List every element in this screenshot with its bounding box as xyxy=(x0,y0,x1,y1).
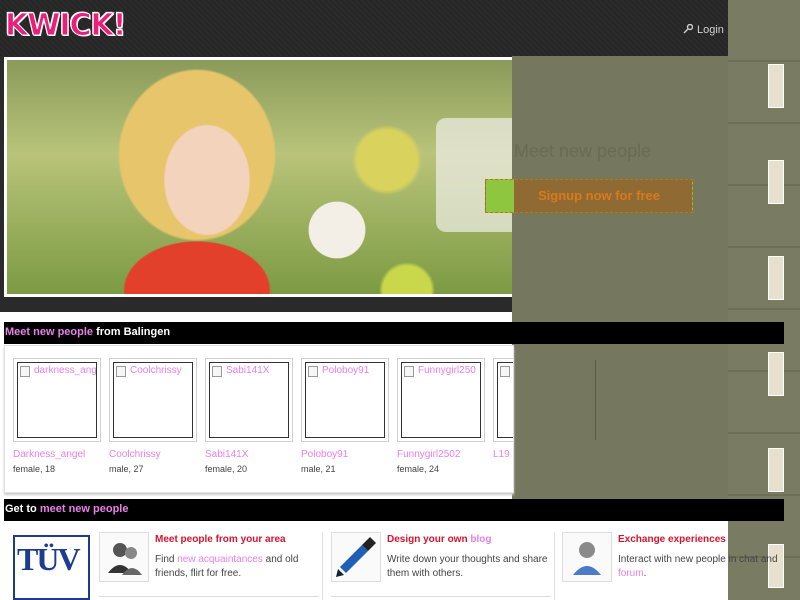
blog-link[interactable]: blog xyxy=(470,534,491,545)
photo-alt-text: Coolchrissy xyxy=(130,365,182,376)
signup-button[interactable]: Signup now for free xyxy=(485,179,693,213)
person-card[interactable]: Sabi141X Sabi141X female, 20 xyxy=(205,358,295,474)
broken-image-icon xyxy=(500,366,510,377)
feature-separator xyxy=(322,532,323,600)
person-photo[interactable]: Funnygirl250 xyxy=(397,358,485,442)
person-card[interactable]: Funnygirl250 Funnygirl2502 female, 24 xyxy=(397,358,487,474)
forum-link[interactable]: forum xyxy=(618,568,644,579)
feature-link[interactable]: new acquaintances xyxy=(177,554,263,565)
login-label: Login xyxy=(697,24,724,36)
key-icon xyxy=(683,24,693,34)
person-info: female, 20 xyxy=(205,464,248,474)
gray-overlay xyxy=(512,56,728,500)
person-name[interactable]: Poloboy91 xyxy=(301,449,391,460)
person-info: male, 21 xyxy=(301,464,336,474)
feature-text: Find new acquaintances and old friends, … xyxy=(155,554,299,579)
person-card[interactable]: Poloboy91 Poloboy91 male, 21 xyxy=(301,358,391,474)
brush-icon xyxy=(331,532,381,582)
photo-alt-text: Funnygirl250 xyxy=(418,365,476,376)
person-name[interactable]: Coolchrissy xyxy=(109,449,199,460)
feature-title[interactable]: Design your own blog xyxy=(387,534,491,545)
people-icon xyxy=(99,532,149,582)
side-thumb xyxy=(768,160,784,204)
broken-image-icon xyxy=(212,366,222,377)
divider-line xyxy=(595,360,596,440)
person-photo[interactable]: L xyxy=(493,358,513,442)
person-photo[interactable]: Coolchrissy xyxy=(109,358,197,442)
person-name[interactable]: Darkness_angel xyxy=(13,449,103,460)
kwick-logo[interactable]: KWICK! xyxy=(4,8,126,44)
feature-separator xyxy=(554,532,555,600)
photo-alt-text: Sabi141X xyxy=(226,365,270,376)
side-thumb xyxy=(768,352,784,396)
tuv-badge: TÜV xyxy=(13,535,90,600)
feature-text: Write down your thoughts and share them … xyxy=(387,554,548,579)
tuv-badge-text: TÜV xyxy=(17,541,81,577)
person-photo[interactable]: darkness_ang xyxy=(13,358,101,442)
person-info: female, 18 xyxy=(13,464,56,474)
meet-people-link[interactable]: Meet new people xyxy=(5,326,93,338)
broken-image-icon xyxy=(20,366,30,377)
person-name[interactable]: Funnygirl2502 xyxy=(397,449,487,460)
people-strip: darkness_ang Darkness_angel female, 18 C… xyxy=(4,345,514,493)
feature-text: Interact with new people in chat and for… xyxy=(618,554,778,579)
side-thumb xyxy=(768,256,784,300)
photo-alt-text: Poloboy91 xyxy=(322,365,370,376)
person-info: male, 27 xyxy=(109,464,144,474)
hero-title: Meet new people xyxy=(514,141,652,161)
feature-divider xyxy=(99,596,319,597)
get-to-meet-heading: Get to meet new people xyxy=(4,499,784,521)
photo-alt-text: darkness_ang xyxy=(34,365,97,376)
feature-title[interactable]: Exchange experiences xyxy=(618,534,726,545)
login-link[interactable]: Login xyxy=(683,24,724,36)
person-name[interactable]: Sabi141X xyxy=(205,449,295,460)
get-to-highlight[interactable]: meet new people xyxy=(40,503,129,515)
person-info: female, 24 xyxy=(397,464,440,474)
person-photo[interactable]: Poloboy91 xyxy=(301,358,389,442)
person-card[interactable]: L L19 xyxy=(493,358,513,464)
broken-image-icon xyxy=(116,366,126,377)
person-card[interactable]: Coolchrissy Coolchrissy male, 27 xyxy=(109,358,199,474)
user-icon xyxy=(562,532,612,582)
person-photo[interactable]: Sabi141X xyxy=(205,358,293,442)
person-card[interactable]: darkness_ang Darkness_angel female, 18 xyxy=(13,358,103,474)
person-name[interactable]: L19 xyxy=(493,449,513,460)
feature-title[interactable]: Meet people from your area xyxy=(155,534,286,545)
side-thumb xyxy=(768,64,784,108)
meet-people-heading: Meet new people from Balingen xyxy=(4,322,784,344)
top-header: KWICK! Login xyxy=(0,0,800,56)
feature-divider xyxy=(331,596,551,597)
get-to-prefix: Get to xyxy=(5,503,40,515)
side-thumb xyxy=(768,448,784,492)
broken-image-icon xyxy=(308,366,318,377)
broken-image-icon xyxy=(404,366,414,377)
meet-people-location: from Balingen xyxy=(93,326,171,338)
